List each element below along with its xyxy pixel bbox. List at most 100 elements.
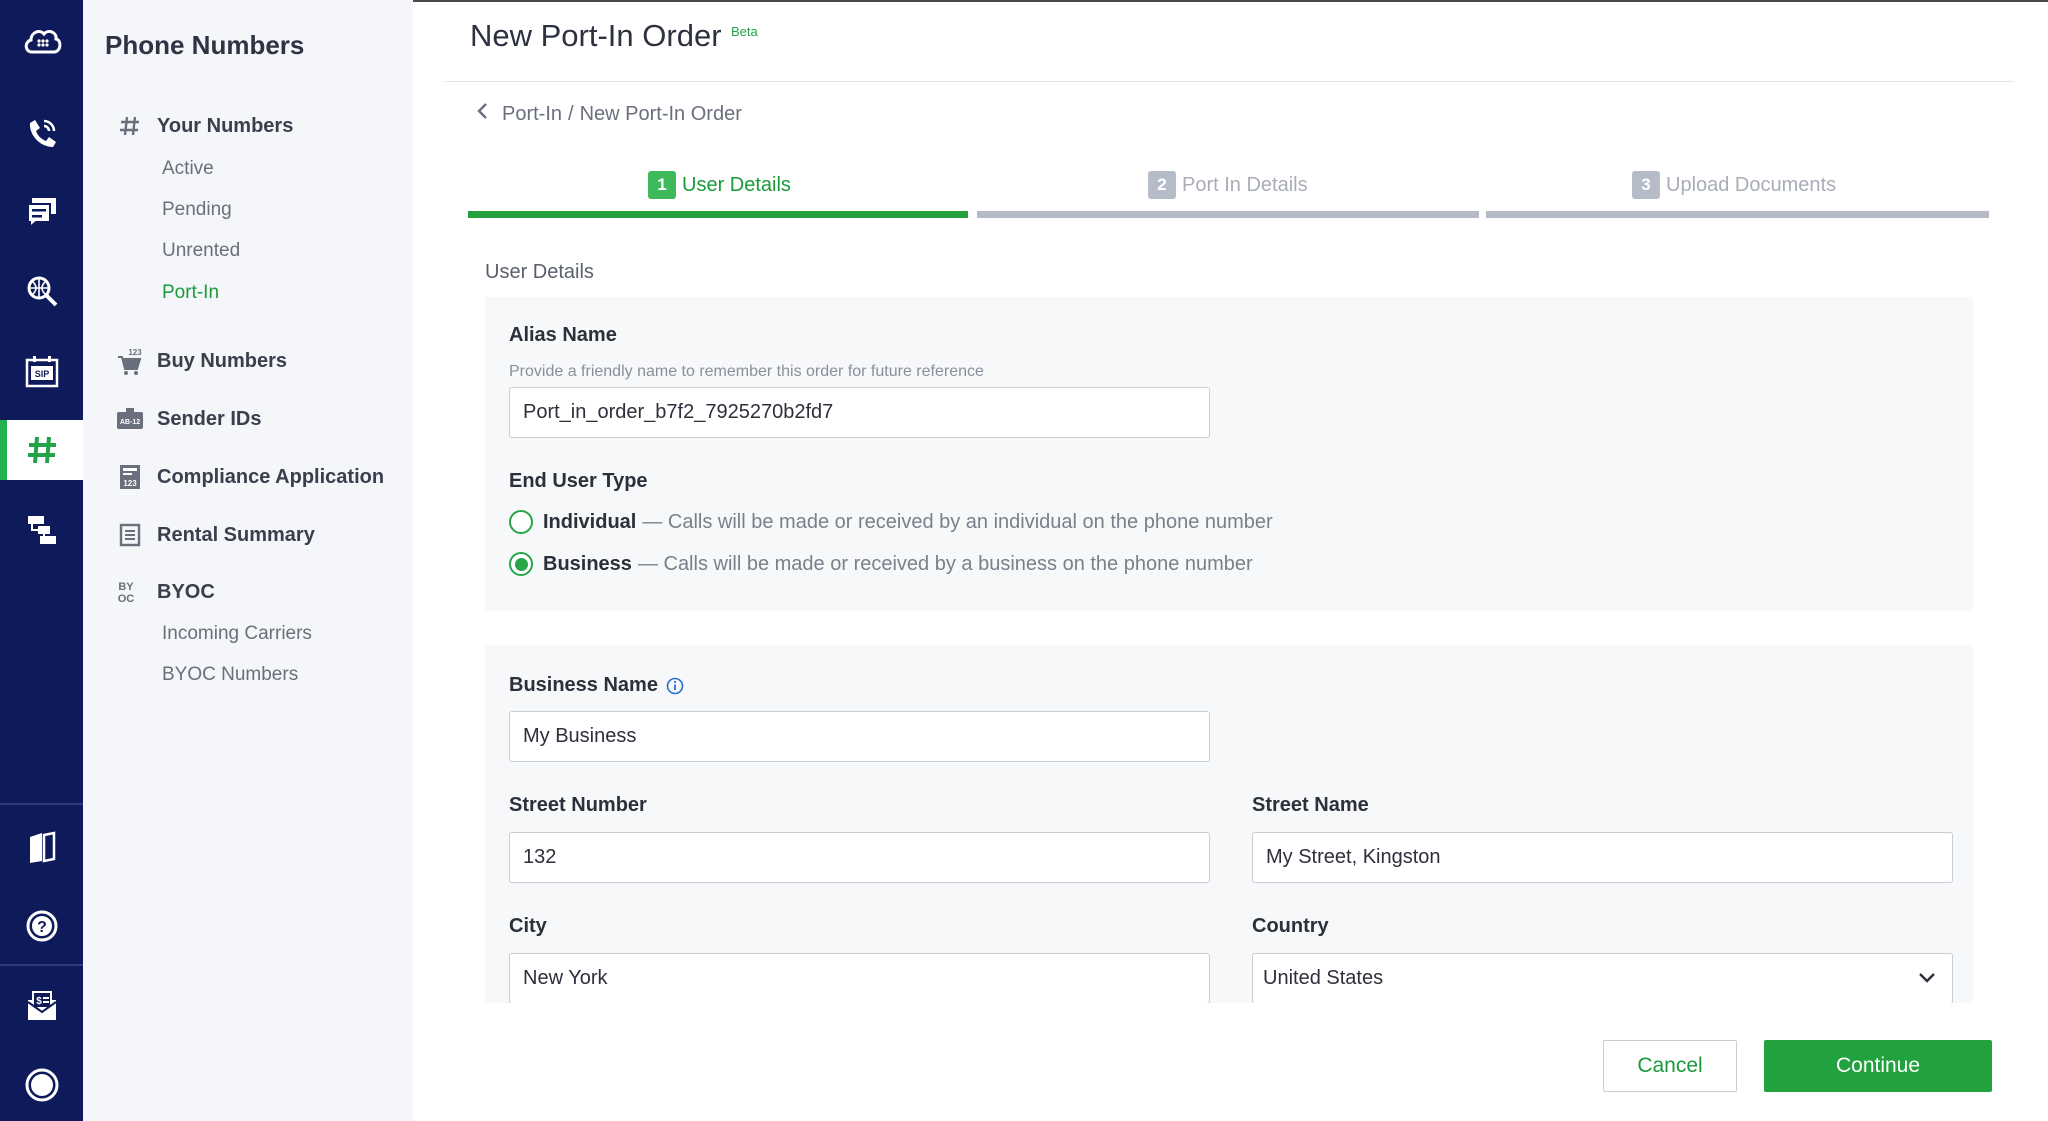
nav-item-incoming-carriers[interactable]: Incoming Carriers xyxy=(162,623,312,645)
flow-icon[interactable] xyxy=(0,499,83,559)
business-address-card: Business Name My Business Street Number … xyxy=(485,645,1973,1005)
rail-divider xyxy=(0,964,83,966)
step-upload-documents[interactable]: 3 Upload Documents xyxy=(1632,170,1836,200)
radio-option-label: Business xyxy=(543,552,632,575)
nav-compliance-application[interactable]: 123 Compliance Application xyxy=(115,462,384,492)
step-progress-bar-3 xyxy=(1486,211,1989,218)
billing-icon[interactable]: $ xyxy=(0,976,83,1036)
step-number: 2 xyxy=(1148,171,1176,199)
breadcrumb-parent-link[interactable]: Port-In xyxy=(502,103,562,126)
list-icon xyxy=(115,520,145,550)
top-border xyxy=(413,0,2048,2)
document-icon: 123 xyxy=(115,462,145,492)
step-progress-bar-1 xyxy=(468,211,968,218)
country-select-value: United States xyxy=(1263,967,1384,989)
nav-your-numbers[interactable]: Your Numbers xyxy=(115,111,293,141)
business-name-label-row: Business Name xyxy=(509,674,684,697)
search-globe-icon[interactable] xyxy=(0,261,83,321)
byoc-icon-text-bottom: OC xyxy=(118,593,135,605)
nav-item-active[interactable]: Active xyxy=(162,158,214,180)
step-user-details[interactable]: 1 User Details xyxy=(648,170,791,200)
rail-divider xyxy=(0,803,83,805)
street-name-label: Street Name xyxy=(1252,794,1369,816)
nav-item-unrented[interactable]: Unrented xyxy=(162,240,240,262)
country-select[interactable]: United States xyxy=(1252,953,1953,1004)
cloud-grid-icon[interactable] xyxy=(0,12,83,72)
cart-icon: 123 xyxy=(115,346,145,376)
id-badge-icon: AB-12 xyxy=(115,404,145,434)
breadcrumb: Port-In / New Port-In Order xyxy=(476,102,742,126)
nav-byoc[interactable]: BY OC BYOC xyxy=(115,577,215,607)
title-divider xyxy=(445,81,2013,82)
country-label: Country xyxy=(1252,915,1329,937)
nav-rental-summary[interactable]: Rental Summary xyxy=(115,520,315,550)
user-details-card: Alias Name Provide a friendly name to re… xyxy=(485,297,1973,611)
street-number-label: Street Number xyxy=(509,794,647,816)
chevron-left-icon[interactable] xyxy=(476,102,488,126)
radio-button-selected[interactable] xyxy=(509,552,533,576)
business-name-input[interactable]: My Business xyxy=(509,711,1210,762)
cancel-button[interactable]: Cancel xyxy=(1603,1040,1737,1092)
main-content: New Port-In Order Beta Port-In / New Por… xyxy=(413,0,2048,1121)
id-badge-icon-text: AB-12 xyxy=(120,419,140,426)
step-label: Port In Details xyxy=(1182,173,1308,196)
end-user-type-label: End User Type xyxy=(509,470,648,492)
hash-icon xyxy=(115,111,145,141)
nav-item-byoc-numbers[interactable]: BYOC Numbers xyxy=(162,664,298,686)
book-icon[interactable] xyxy=(0,817,83,877)
step-port-in-details[interactable]: 2 Port In Details xyxy=(1148,170,1308,200)
sip-icon[interactable]: SIP xyxy=(0,342,83,402)
radio-option-label: Individual xyxy=(543,510,637,533)
icon-rail: SIP ? $ xyxy=(0,0,83,1121)
city-label: City xyxy=(509,915,547,937)
nav-buy-numbers[interactable]: 123 Buy Numbers xyxy=(115,346,287,376)
nav-your-numbers-label: Your Numbers xyxy=(157,114,294,137)
breadcrumb-separator: / xyxy=(568,102,574,125)
alias-name-help: Provide a friendly name to remember this… xyxy=(509,363,984,380)
radio-button[interactable] xyxy=(509,510,533,534)
street-number-input[interactable]: 132 xyxy=(509,832,1210,883)
nav-compliance-label: Compliance Application xyxy=(157,465,385,488)
nav-sender-ids-label: Sender IDs xyxy=(157,407,262,430)
app-window: SIP ? $ Phone Numbers Your Numbers Activ… xyxy=(0,0,2048,1121)
radio-option-individual[interactable]: Individual — Calls will be made or recei… xyxy=(509,510,1273,534)
svg-text:$: $ xyxy=(36,996,42,1007)
profile-icon[interactable] xyxy=(0,1055,83,1115)
continue-button[interactable]: Continue xyxy=(1764,1040,1992,1092)
step-number: 1 xyxy=(648,171,676,199)
form-footer: Cancel Continue xyxy=(413,1003,2048,1121)
city-input[interactable]: New York xyxy=(509,953,1210,1004)
chat-icon[interactable] xyxy=(0,182,83,242)
subnav-title: Phone Numbers xyxy=(105,30,305,60)
step-label: User Details xyxy=(682,173,791,196)
street-name-input[interactable]: My Street, Kingston xyxy=(1252,832,1953,883)
business-name-label: Business Name xyxy=(509,674,658,696)
nav-buy-numbers-label: Buy Numbers xyxy=(157,349,288,372)
nav-item-pending[interactable]: Pending xyxy=(162,199,232,221)
document-icon-text: 123 xyxy=(123,479,137,488)
help-icon[interactable]: ? xyxy=(0,896,83,956)
beta-badge: Beta xyxy=(731,24,758,39)
chevron-down-icon xyxy=(1918,967,1936,990)
nav-item-port-in[interactable]: Port-In xyxy=(162,282,219,304)
svg-text:SIP: SIP xyxy=(34,369,49,379)
phone-numbers-subnav: Phone Numbers Your Numbers Active Pendin… xyxy=(83,0,413,1121)
svg-text:?: ? xyxy=(37,919,47,936)
alias-name-input[interactable]: Port_in_order_b7f2_7925270b2fd7 xyxy=(509,387,1210,438)
page-title: New Port-In Order xyxy=(470,18,722,53)
hash-icon[interactable] xyxy=(0,420,83,480)
nav-rental-summary-label: Rental Summary xyxy=(157,523,315,546)
radio-option-business[interactable]: Business — Calls will be made or receive… xyxy=(509,552,1253,576)
phone-call-icon[interactable] xyxy=(0,103,83,163)
byoc-icon-text-top: BY xyxy=(118,581,134,593)
breadcrumb-current: New Port-In Order xyxy=(579,102,742,125)
step-label: Upload Documents xyxy=(1666,173,1837,196)
section-label: User Details xyxy=(485,261,594,283)
nav-byoc-label: BYOC xyxy=(157,580,215,603)
cart-icon-text: 123 xyxy=(128,348,142,357)
info-icon[interactable] xyxy=(666,677,684,695)
radio-option-description: — Calls will be made or received by a bu… xyxy=(637,552,1253,575)
radio-option-description: — Calls will be made or received by an i… xyxy=(642,510,1273,533)
alias-name-label: Alias Name xyxy=(509,324,617,346)
nav-sender-ids[interactable]: AB-12 Sender IDs xyxy=(115,404,261,434)
